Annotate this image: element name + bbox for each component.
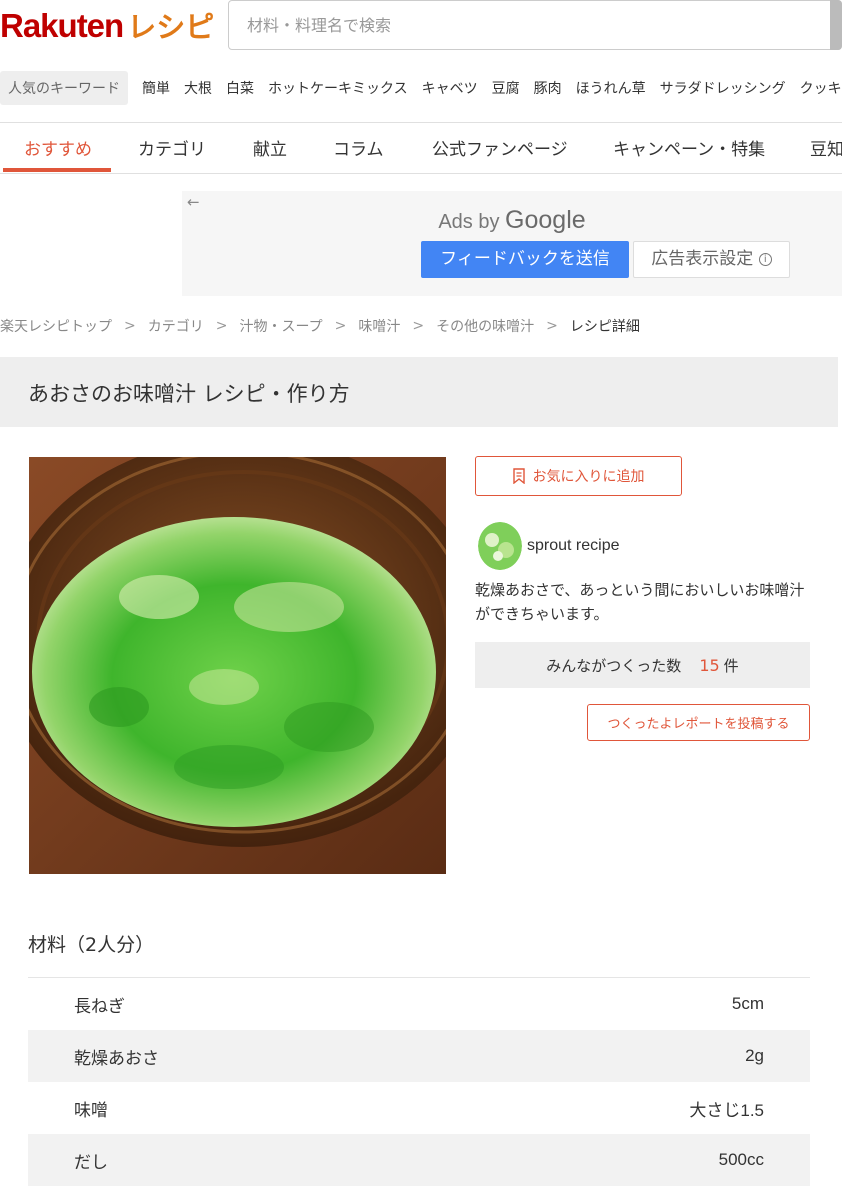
ingredient-name: 味噌 — [74, 1100, 108, 1121]
ingredient-amount: 大さじ1.5 — [689, 1100, 764, 1120]
tab-column[interactable]: コラム — [333, 135, 384, 160]
ingredient-amount: 5cm — [731, 994, 764, 1013]
breadcrumb-link[interactable]: 味噌汁 — [358, 316, 400, 336]
keyword-link[interactable]: キャベツ — [422, 78, 478, 98]
tab-official-fanpage[interactable]: 公式ファンページ — [432, 135, 568, 160]
page-title: あおさのお味噌汁 レシピ・作り方 — [28, 382, 350, 406]
ingredient-row: 乾燥あおさ 2g — [28, 1030, 810, 1082]
author[interactable]: sprout recipe — [478, 522, 620, 570]
made-count-box[interactable]: みんながつくった数 15 件 — [475, 642, 810, 688]
keyword-link[interactable]: 豚肉 — [534, 78, 562, 98]
post-report-button[interactable]: つくったよレポートを投稿する — [587, 704, 810, 741]
tab-menu[interactable]: 献立 — [253, 135, 287, 160]
breadcrumb: 楽天レシピトップ > カテゴリ > 汁物・スープ > 味噌汁 > その他の味噌汁… — [0, 315, 640, 337]
logo-product-text: レシピ — [127, 12, 215, 44]
keyword-link[interactable]: 簡単 — [142, 78, 170, 98]
ingredient-row: 味噌 大さじ1.5 — [28, 1082, 810, 1134]
tab-campaign[interactable]: キャンペーン・特集 — [613, 135, 765, 160]
breadcrumb-link[interactable]: 楽天レシピトップ — [0, 316, 112, 336]
breadcrumb-separator: > — [546, 318, 558, 334]
tab-tips[interactable]: 豆知 — [810, 135, 842, 160]
keyword-link[interactable]: クッキー — [800, 78, 842, 98]
ingredients-heading: 材料（2人分） — [28, 934, 155, 956]
recipe-title-bar: あおさのお味噌汁 レシピ・作り方 — [0, 357, 838, 427]
breadcrumb-separator: > — [412, 318, 425, 334]
ingredient-row: 長ねぎ 5cm — [28, 978, 810, 1030]
breadcrumb-link[interactable]: 汁物・スープ — [239, 316, 322, 336]
breadcrumb-separator: > — [334, 318, 347, 334]
popular-keywords-bar: 人気のキーワード 簡単 大根 白菜 ホットケーキミックス キャベツ 豆腐 豚肉 … — [0, 70, 842, 106]
main-nav: おすすめ カテゴリ 献立 コラム 公式ファンページ キャンペーン・特集 豆知 — [0, 123, 842, 173]
recipe-photo[interactable] — [29, 457, 446, 874]
keyword-link[interactable]: ホットケーキミックス — [268, 78, 408, 98]
made-count-label: みんながつくった数 — [546, 656, 682, 675]
search-button[interactable] — [830, 0, 842, 50]
avatar[interactable] — [478, 522, 522, 570]
rakuten-recipe-logo[interactable]: Rakuten レシピ — [0, 4, 214, 44]
tab-category[interactable]: カテゴリ — [138, 135, 206, 160]
tab-recommended[interactable]: おすすめ — [24, 135, 92, 160]
nav-divider — [0, 173, 842, 174]
info-icon: i — [758, 253, 772, 266]
ingredient-amount: 2g — [745, 1046, 764, 1065]
ads-by-google-label: Ads by Google — [182, 206, 842, 235]
author-avatar-image — [478, 522, 522, 570]
made-count-unit: 件 — [723, 656, 739, 675]
keyword-link[interactable]: サラダドレッシング — [660, 78, 786, 98]
breadcrumb-separator: > — [124, 318, 136, 334]
ad-settings-label: 広告表示設定 — [651, 249, 754, 269]
keyword-link[interactable]: ほうれん草 — [576, 78, 646, 98]
breadcrumb-link[interactable]: カテゴリ — [148, 316, 204, 336]
site-header: Rakuten レシピ — [0, 0, 842, 62]
made-count-value: 15 — [699, 655, 720, 675]
breadcrumb-separator: > — [215, 318, 228, 334]
ads-by-text: Ads by — [438, 211, 500, 233]
search-input[interactable] — [247, 1, 807, 49]
ingredient-name: だし — [74, 1152, 108, 1173]
ingredient-name: 乾燥あおさ — [74, 1048, 159, 1069]
popular-keywords-label: 人気のキーワード — [0, 71, 128, 105]
keyword-link[interactable]: 大根 — [184, 78, 212, 98]
send-feedback-button[interactable]: フィードバックを送信 — [421, 241, 629, 278]
ingredients-list: 長ねぎ 5cm 乾燥あおさ 2g 味噌 大さじ1.5 だし 500cc — [28, 978, 810, 1186]
miso-soup-image — [29, 457, 446, 874]
ingredient-name: 長ねぎ — [74, 996, 125, 1017]
keyword-link[interactable]: 豆腐 — [492, 78, 520, 98]
author-name[interactable]: sprout recipe — [527, 537, 620, 555]
ingredient-row: だし 500cc — [28, 1134, 810, 1186]
logo-brand-text: Rakuten — [0, 7, 124, 44]
bookmark-icon — [512, 468, 525, 484]
add-to-favorites-button[interactable]: お気に入りに追加 — [475, 456, 682, 496]
ad-panel: ← Ads by Google フィードバックを送信 広告表示設定 i — [182, 191, 842, 296]
ad-settings-button[interactable]: 広告表示設定 i — [633, 241, 790, 278]
keyword-link[interactable]: 白菜 — [226, 78, 254, 98]
breadcrumb-current: レシピ詳細 — [569, 319, 640, 335]
recipe-description: 乾燥あおさで、あっという間においしいお味噌汁ができちゃいます。 — [475, 581, 805, 623]
google-wordmark: Google — [505, 206, 586, 234]
breadcrumb-link[interactable]: その他の味噌汁 — [436, 316, 534, 336]
ingredient-amount: 500cc — [718, 1150, 764, 1169]
add-to-favorites-label: お気に入りに追加 — [532, 469, 645, 485]
search-box — [228, 0, 842, 50]
active-tab-indicator — [3, 168, 111, 172]
